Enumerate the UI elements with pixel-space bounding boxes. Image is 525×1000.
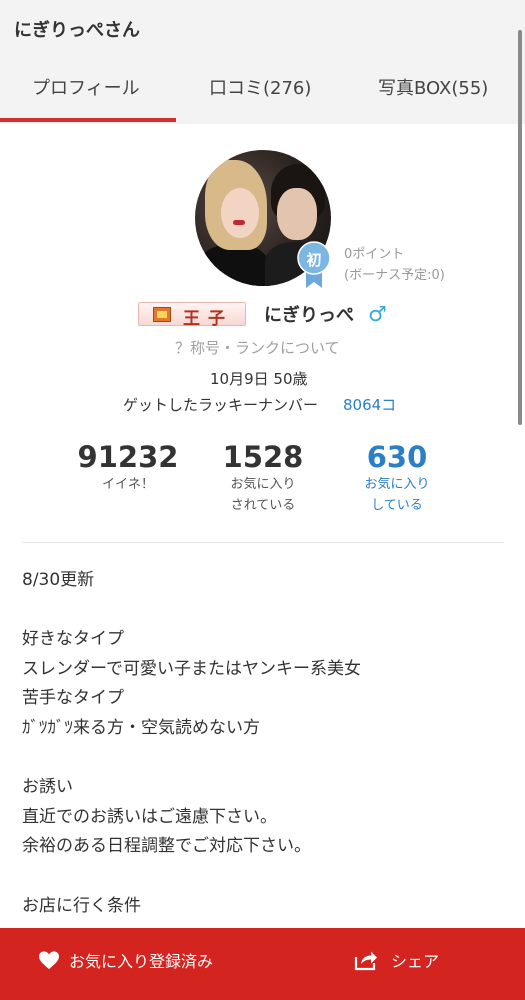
avatar-figure-left [199,245,269,286]
share-icon [354,951,377,971]
first-timer-badge: 初 [297,241,331,289]
bio-line: 苦手なタイプ [22,688,124,709]
bio-line: 8/30更新 [22,570,95,590]
share-button-label: シェア [391,952,440,971]
stat-favorited-by-value: 1528 [222,440,304,474]
lucky-number-label: ゲットしたラッキーナンバー [123,396,319,414]
bio-line: ｶﾞﾂｶﾞﾂ来る方・空気読めない方 [22,717,260,738]
favorite-button[interactable]: お気に入り登録済み [38,946,213,974]
stat-likes-label: イイネ！ [101,477,154,492]
stat-favoriting-label-1[interactable]: お気に入り [332,475,462,495]
birthday-age: 10月9日 50歳 [210,370,308,388]
heart-icon [39,951,59,970]
section-divider [22,542,504,543]
stat-favorited-by-label-1: お気に入り [230,477,296,492]
points-info: 0ポイント (ボーナス予定:0) [344,244,445,286]
rank-title-badge: 王子 [138,302,246,329]
points-value: 0ポイント [344,247,405,262]
bonus-scheduled: (ボーナス予定:0) [344,268,445,283]
bio-line: 余裕のある日程調整でご対応下さい。 [22,836,311,857]
bio-line [22,862,502,892]
tab-bar: プロフィール 口コミ(276) 写真BOX(55) [0,56,525,124]
share-button[interactable]: シェア [354,946,439,974]
page-title: にぎりっぺさん [14,20,140,41]
tab-photo-box[interactable]: 写真BOX(55) [378,74,488,100]
username: にぎりっぺ [264,305,354,326]
stat-favoriting[interactable]: 630 お気に入り している [332,440,462,516]
scrollbar[interactable] [518,30,522,425]
bottom-action-bar: お気に入り登録済み シェア [0,928,525,1000]
header: にぎりっぺさん [0,0,525,56]
stat-likes-value: 91232 [77,440,179,474]
bio-line: お店に行く条件 [22,895,141,916]
stat-likes: 91232 イイネ！ [63,440,193,495]
tab-profile[interactable]: プロフィール [32,74,140,100]
bio-line: スレンダーで可愛い子またはヤンキー系美女 [22,658,361,679]
tab-reviews[interactable]: 口コミ(276) [209,74,311,100]
stat-favoriting-value[interactable]: 630 [332,440,462,474]
title-rank-help-link[interactable]: ？称号・ランクについて [175,337,340,358]
favorite-button-label: お気に入り登録済み [69,952,214,971]
profile-page: にぎりっぺさん プロフィール 口コミ(276) 写真BOX(55) 初 0ポイン… [0,0,525,1000]
bio-line [22,744,502,774]
active-tab-indicator [0,118,176,122]
avatar-face-left [221,188,259,238]
bio-line [22,596,502,626]
male-icon: ♂ [368,302,387,326]
crown-icon [153,307,171,322]
lucky-number-link[interactable]: 8064コ [343,394,396,415]
bio-text: 8/30更新 好きなタイプ スレンダーで可愛い子またはヤンキー系美女 苦手なタイ… [22,566,502,921]
bio-line: お誘い [22,777,73,798]
stat-favorited-by-label-2: されている [230,498,296,513]
bio-line: 好きなタイプ [22,629,124,650]
rank-title: 王子 [183,309,233,329]
avatar-lips [233,220,245,225]
first-badge-label: 初 [306,251,322,269]
stat-favorited-by: 1528 お気に入り されている [198,440,328,516]
bio-line: 直近でのお誘いはご遠慮下さい。 [22,806,277,827]
avatar-face-right [277,188,317,240]
stat-favoriting-label-2[interactable]: している [332,496,462,516]
